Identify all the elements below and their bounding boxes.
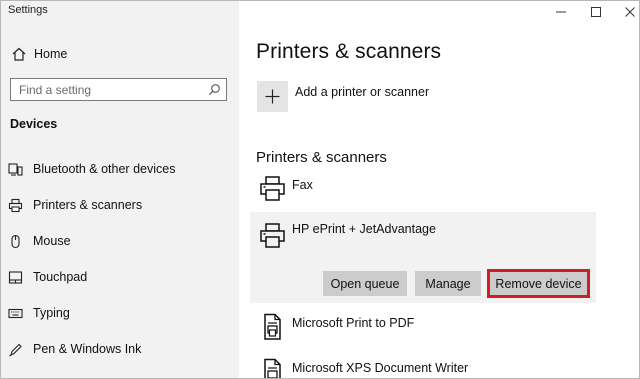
document-printer-icon [259, 313, 286, 341]
maximize-button[interactable] [578, 3, 614, 21]
minimize-icon [556, 11, 566, 13]
settings-window: Settings Home Devices Bluetooth & other … [0, 0, 640, 379]
device-name: Microsoft XPS Document Writer [292, 361, 469, 375]
minimize-button[interactable] [543, 3, 579, 21]
search-box [10, 78, 227, 101]
device-name: HP ePrint + JetAdvantage [292, 222, 436, 236]
device-name: Microsoft Print to PDF [292, 316, 415, 330]
sidebar-item-label: Mouse [33, 234, 71, 248]
window-title: Settings [8, 4, 48, 16]
sidebar-item-bluetooth[interactable]: Bluetooth & other devices [1, 155, 239, 191]
search-input[interactable] [19, 81, 199, 98]
manage-button[interactable]: Manage [415, 271, 481, 296]
open-queue-button[interactable]: Open queue [323, 271, 407, 296]
mouse-icon [8, 234, 23, 249]
device-name: Fax [292, 178, 313, 192]
sidebar-item-label: Pen & Windows Ink [33, 342, 142, 356]
sidebar-item-touchpad[interactable]: Touchpad [1, 263, 239, 299]
device-item-xps-writer[interactable]: Microsoft XPS Document Writer [251, 358, 595, 378]
sidebar-item-home[interactable]: Home [1, 41, 239, 67]
keyboard-icon [8, 306, 23, 321]
printer-icon [8, 198, 23, 213]
device-item-print-to-pdf[interactable]: Microsoft Print to PDF [251, 313, 595, 349]
printers-list-heading: Printers & scanners [256, 149, 387, 166]
add-printer-label: Add a printer or scanner [295, 85, 430, 99]
bluetooth-devices-icon [8, 162, 23, 177]
touchpad-icon [8, 270, 23, 285]
printer-icon [259, 175, 286, 203]
sidebar-item-mouse[interactable]: Mouse [1, 227, 239, 263]
close-icon [625, 7, 635, 17]
page-title: Printers & scanners [256, 40, 442, 63]
sidebar-item-label: Home [34, 47, 68, 61]
document-printer-icon [259, 358, 286, 378]
sidebar: Settings Home Devices Bluetooth & other … [1, 1, 239, 378]
home-icon [11, 46, 27, 62]
close-button[interactable] [612, 3, 639, 21]
sidebar-item-printers[interactable]: Printers & scanners [1, 191, 239, 227]
plus-icon [265, 89, 280, 104]
section-heading-devices: Devices [10, 117, 58, 131]
device-item-hp-eprint[interactable]: HP ePrint + JetAdvantage Open queue Mana… [250, 212, 596, 303]
printer-icon [259, 222, 286, 250]
sidebar-item-label: Printers & scanners [33, 198, 143, 212]
sidebar-item-label: Bluetooth & other devices [33, 162, 176, 176]
search-icon[interactable] [208, 83, 221, 96]
sidebar-nav: Bluetooth & other devices Printers & sca… [1, 155, 239, 371]
maximize-icon [591, 7, 601, 17]
sidebar-item-typing[interactable]: Typing [1, 299, 239, 335]
pen-icon [8, 342, 23, 357]
sidebar-item-label: Touchpad [33, 270, 88, 284]
remove-device-button[interactable]: Remove device [487, 269, 590, 298]
add-printer-button[interactable]: Add a printer or scanner [257, 81, 557, 113]
sidebar-item-label: Typing [33, 306, 70, 320]
add-icon-tile [257, 81, 288, 112]
device-item-fax[interactable]: Fax [251, 175, 595, 211]
sidebar-item-pen[interactable]: Pen & Windows Ink [1, 335, 239, 371]
